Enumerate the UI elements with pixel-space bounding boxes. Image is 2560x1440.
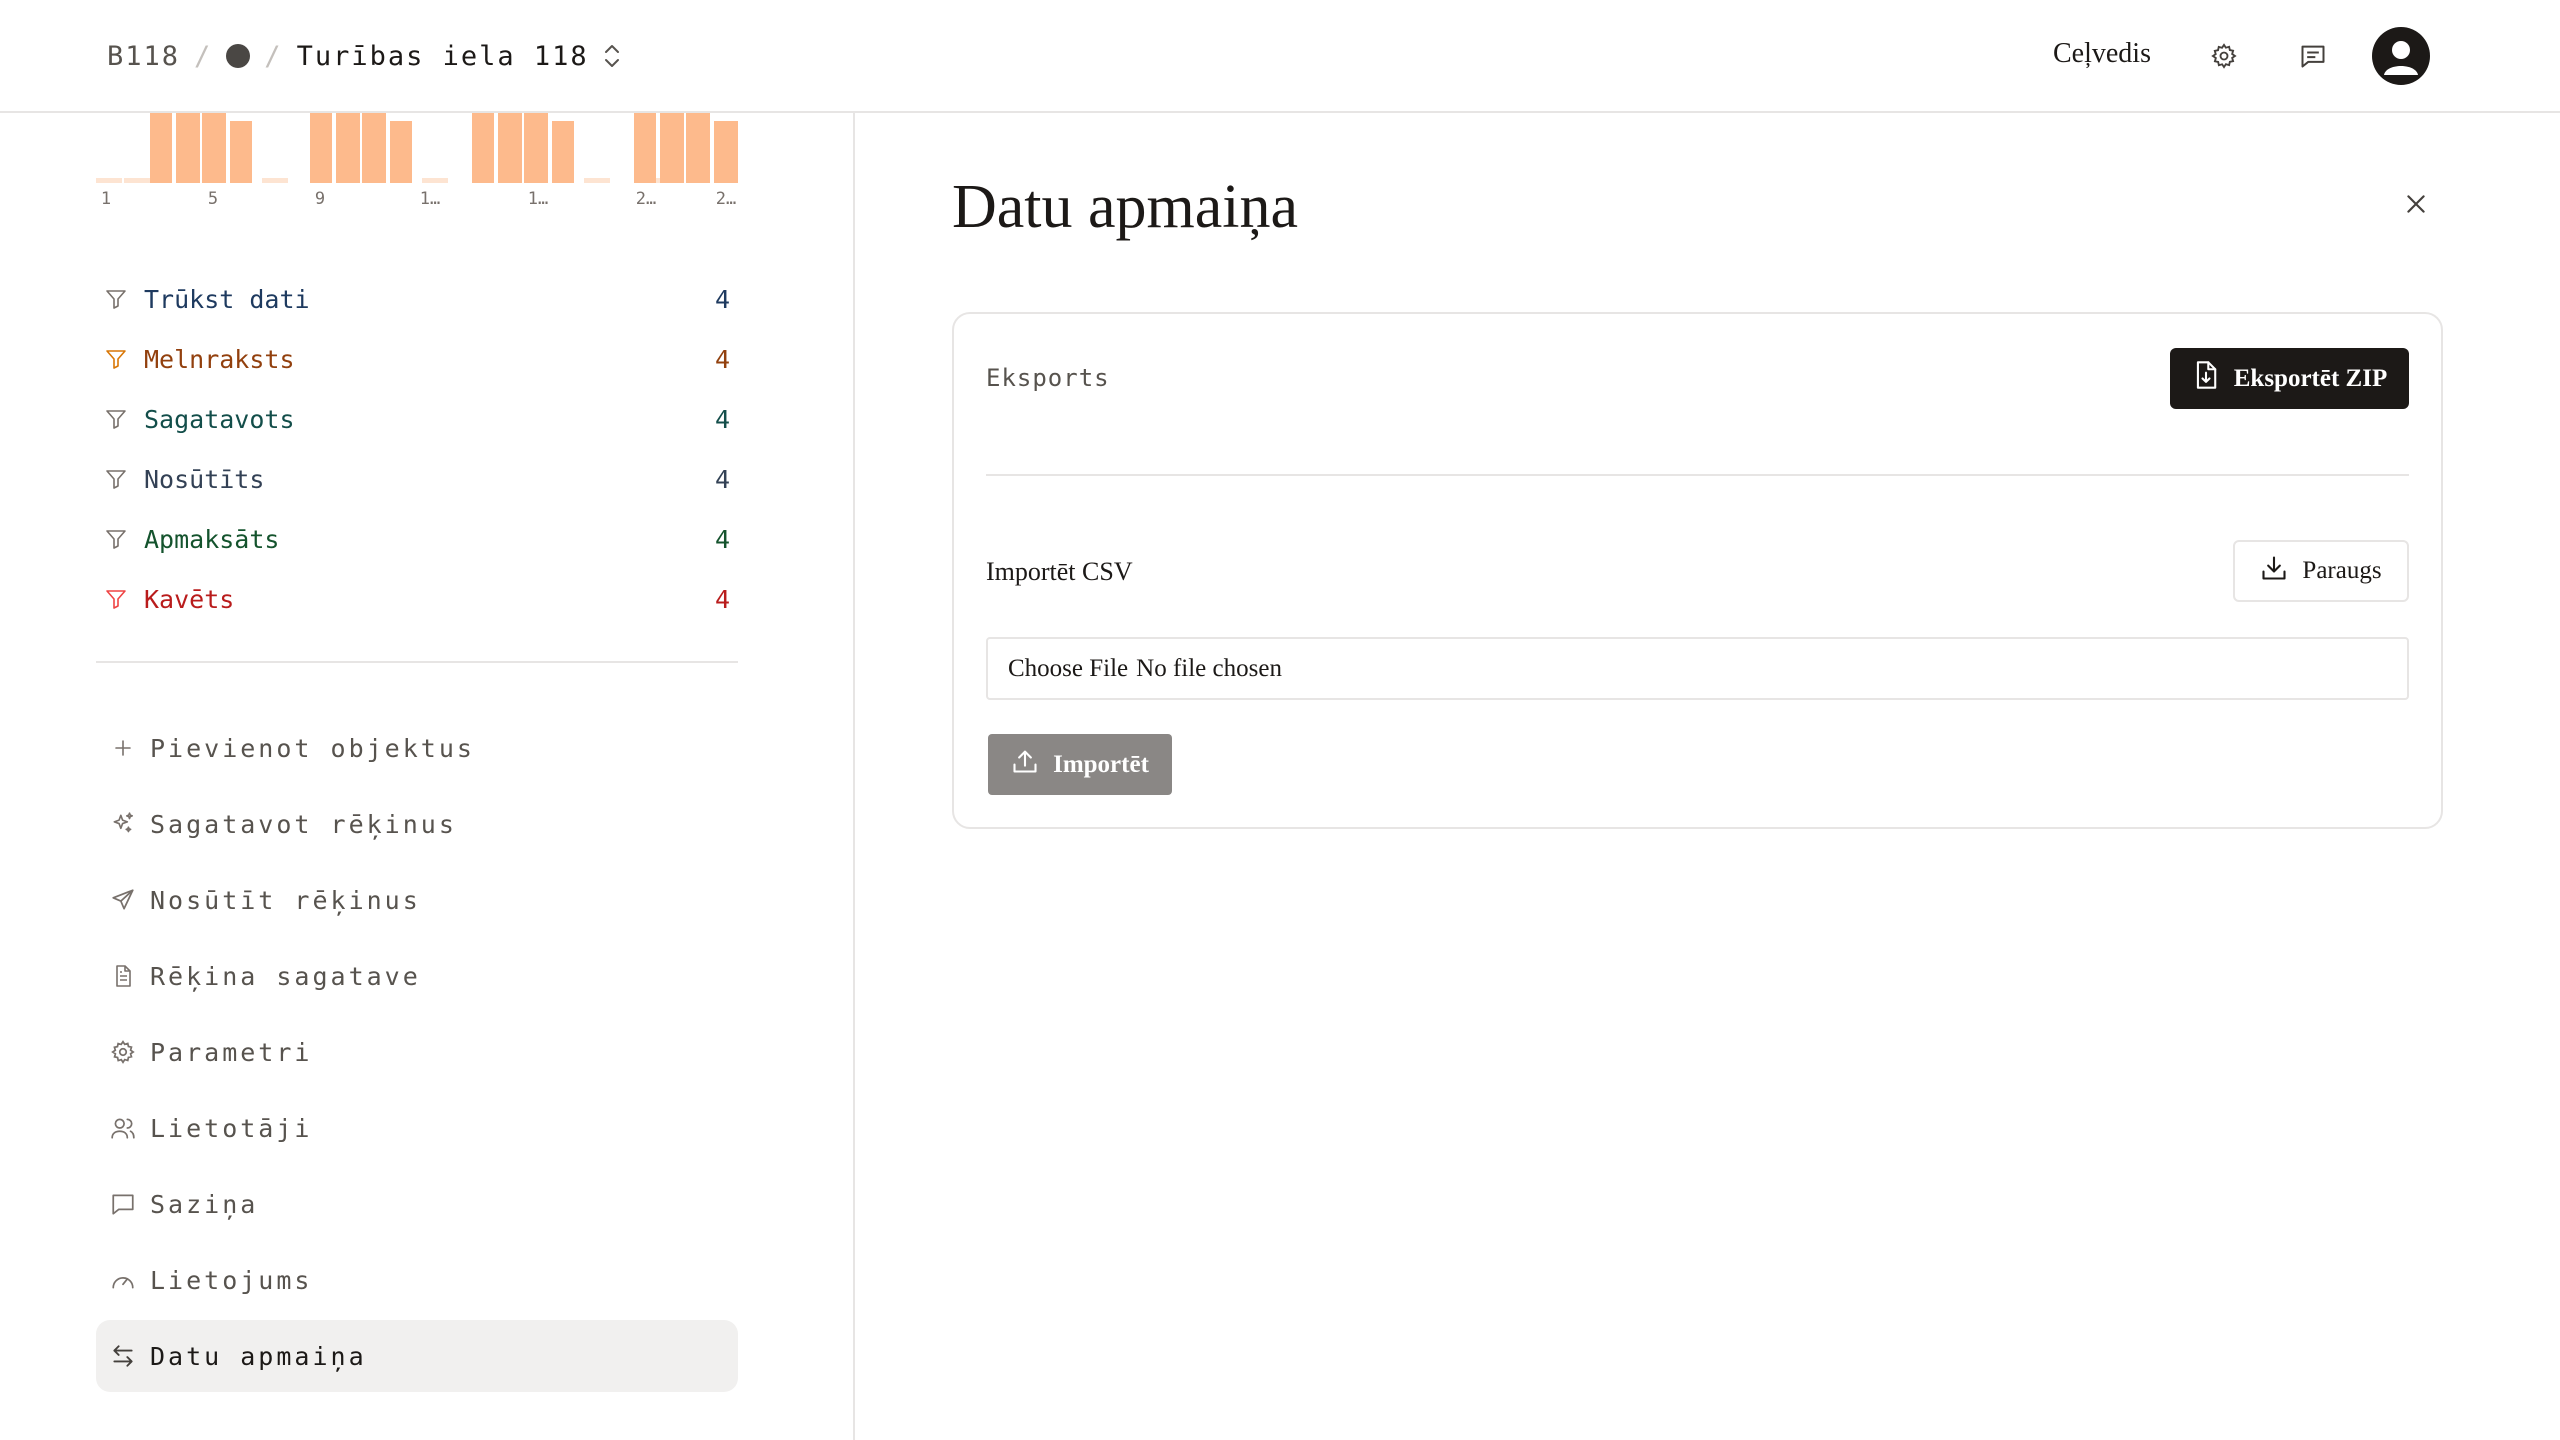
filter-label: Melnraksts xyxy=(144,344,295,374)
gauge-icon xyxy=(108,1265,138,1295)
sidebar-item-communication[interactable]: Saziņa xyxy=(96,1168,738,1240)
sidebar-item-add-objects[interactable]: Pievienot objektus xyxy=(96,712,738,784)
sidebar-item-label: Nosūtīt rēķinus xyxy=(150,885,421,915)
filter-paid[interactable]: Apmaksāts 4 xyxy=(102,509,730,569)
filter-draft[interactable]: Melnraksts 4 xyxy=(102,329,730,389)
breadcrumb-separator: / xyxy=(194,40,213,72)
data-exchange-card: Eksports Eksportēt ZIP Importēt CSV Para… xyxy=(952,312,2443,829)
user-avatar-icon[interactable] xyxy=(2372,27,2430,85)
chevron-up-down-icon[interactable] xyxy=(603,43,621,69)
sidebar-item-label: Lietojums xyxy=(150,1265,313,1295)
funnel-icon xyxy=(102,525,130,553)
filter-missing-data[interactable]: Trūkst dati 4 xyxy=(102,269,730,329)
sidebar-nav: Pievienot objektus Sagatavot rēķinus Nos… xyxy=(96,712,738,1396)
breadcrumb-separator: / xyxy=(264,40,283,72)
chart-tick-label: 1 xyxy=(100,189,112,209)
filter-count: 4 xyxy=(714,344,730,374)
page-title: Datu apmaiņa xyxy=(952,173,1299,241)
upload-icon xyxy=(1011,747,1039,782)
activity-chart: 1 5 9 1… 1… 2… 2… xyxy=(96,113,738,213)
filter-label: Trūkst dati xyxy=(144,284,310,314)
sidebar-item-label: Pievienot objektus xyxy=(150,733,475,763)
breadcrumb-code[interactable]: B118 xyxy=(107,41,180,72)
filter-count: 4 xyxy=(714,464,730,494)
sidebar-item-label: Datu apmaiņa xyxy=(150,1341,367,1371)
funnel-icon xyxy=(102,405,130,433)
funnel-icon xyxy=(102,465,130,493)
chart-tick-label: 2… xyxy=(715,189,737,209)
sidebar-item-usage[interactable]: Lietojums xyxy=(96,1244,738,1316)
import-button[interactable]: Importēt xyxy=(988,734,1172,795)
sidebar-item-invoice-template[interactable]: Rēķina sagatave xyxy=(96,940,738,1012)
filter-sent[interactable]: Nosūtīts 4 xyxy=(102,449,730,509)
filter-count: 4 xyxy=(714,284,730,314)
breadcrumb: B118 / / Turības iela 118 xyxy=(107,38,621,74)
sidebar-item-parameters[interactable]: Parametri xyxy=(96,1016,738,1088)
activity-bars xyxy=(96,113,738,183)
sidebar-item-label: Saziņa xyxy=(150,1189,259,1219)
status-filter-list: Trūkst dati 4 Melnraksts 4 Sagatavots 4 … xyxy=(102,269,730,629)
filter-count: 4 xyxy=(714,404,730,434)
filter-prepared[interactable]: Sagatavots 4 xyxy=(102,389,730,449)
sidebar: 1 5 9 1… 1… 2… 2… Trūkst dati 4 Melnraks… xyxy=(0,113,855,1440)
chart-tick-label: 1… xyxy=(527,189,549,209)
file-status: No file chosen xyxy=(1136,654,1282,682)
sparkles-icon xyxy=(108,809,138,839)
download-icon xyxy=(2260,554,2288,589)
sample-download-button[interactable]: Paraugs xyxy=(2233,540,2409,602)
import-label: Importēt xyxy=(1053,750,1149,778)
message-square-icon xyxy=(108,1189,138,1219)
export-section-label: Eksports xyxy=(986,364,1110,392)
export-zip-button[interactable]: Eksportēt ZIP xyxy=(2170,348,2409,409)
filter-count: 4 xyxy=(714,524,730,554)
filter-overdue[interactable]: Kavēts 4 xyxy=(102,569,730,629)
gear-icon[interactable] xyxy=(2208,40,2240,72)
choose-file-button[interactable]: Choose File xyxy=(1008,655,1128,683)
sidebar-item-prepare-invoices[interactable]: Sagatavot rēķinus xyxy=(96,788,738,860)
guide-link[interactable]: Ceļvedis xyxy=(2053,38,2151,70)
plus-icon xyxy=(108,733,138,763)
sample-label: Paraugs xyxy=(2302,557,2382,584)
filter-label: Nosūtīts xyxy=(144,464,265,494)
card-divider xyxy=(986,474,2409,476)
filter-count: 4 xyxy=(714,584,730,614)
arrows-exchange-icon xyxy=(108,1341,138,1371)
file-text-icon xyxy=(108,961,138,991)
top-bar: B118 / / Turības iela 118 Ceļvedis xyxy=(0,0,2560,113)
close-icon[interactable] xyxy=(2396,184,2436,224)
sidebar-item-users[interactable]: Lietotāji xyxy=(96,1092,738,1164)
sidebar-item-label: Sagatavot rēķinus xyxy=(150,809,457,839)
import-section-label: Importēt CSV xyxy=(986,557,1133,586)
filter-label: Apmaksāts xyxy=(144,524,280,554)
csv-file-input[interactable]: Choose File No file chosen xyxy=(986,637,2409,700)
status-dot-icon xyxy=(226,44,251,68)
sidebar-item-label: Lietotāji xyxy=(150,1113,313,1143)
chart-tick-label: 1… xyxy=(419,189,441,209)
gear-icon xyxy=(108,1037,138,1067)
users-icon xyxy=(108,1113,138,1143)
sidebar-divider xyxy=(96,661,738,663)
funnel-icon xyxy=(102,585,130,613)
sidebar-item-send-invoices[interactable]: Nosūtīt rēķinus xyxy=(96,864,738,936)
sidebar-item-label: Rēķina sagatave xyxy=(150,961,421,991)
export-zip-label: Eksportēt ZIP xyxy=(2233,364,2388,392)
message-square-icon[interactable] xyxy=(2297,40,2329,72)
funnel-icon xyxy=(102,345,130,373)
filter-label: Sagatavots xyxy=(144,404,295,434)
send-icon xyxy=(108,885,138,915)
filter-label: Kavēts xyxy=(144,584,235,614)
chart-tick-label: 9 xyxy=(314,189,326,209)
breadcrumb-address[interactable]: Turības iela 118 xyxy=(297,41,589,72)
sidebar-item-data-exchange[interactable]: Datu apmaiņa xyxy=(96,1320,738,1392)
funnel-icon xyxy=(102,285,130,313)
sidebar-item-label: Parametri xyxy=(150,1037,313,1067)
chart-tick-label: 5 xyxy=(207,189,219,209)
chart-tick-label: 2… xyxy=(635,189,657,209)
file-download-icon xyxy=(2192,360,2220,397)
